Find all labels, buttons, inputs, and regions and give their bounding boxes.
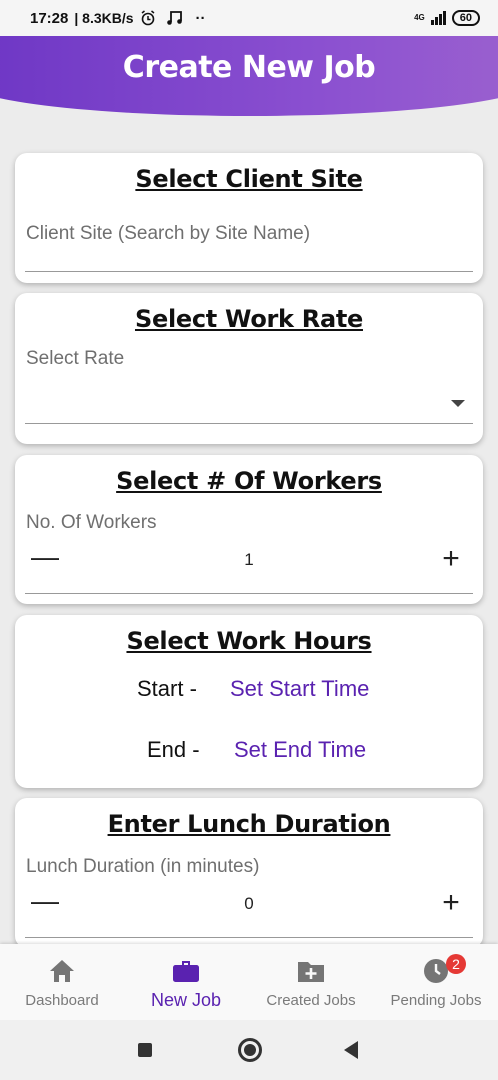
nav-pending-jobs[interactable]: 2 Pending Jobs bbox=[374, 944, 498, 1020]
nav-pending-jobs-label: Pending Jobs bbox=[390, 992, 482, 1009]
work-rate-card: Select Work Rate Select Rate bbox=[15, 293, 483, 444]
alarm-icon bbox=[141, 10, 155, 26]
status-speed: | 8.3KB/s bbox=[74, 10, 134, 26]
nav-new-job[interactable]: New Job bbox=[124, 944, 248, 1020]
end-label: End - bbox=[147, 737, 200, 762]
pending-jobs-badge: 2 bbox=[446, 954, 466, 974]
lunch-label: Lunch Duration (in minutes) bbox=[26, 856, 260, 877]
lunch-title: Enter Lunch Duration bbox=[107, 810, 391, 838]
nav-dashboard-label: Dashboard bbox=[25, 992, 99, 1009]
client-site-title: Select Client Site bbox=[135, 165, 363, 193]
status-bar: 17:28 | 8.3KB/s ·· 4G 60 bbox=[0, 0, 498, 36]
recents-button-icon[interactable] bbox=[138, 1043, 152, 1057]
signal-icon bbox=[430, 11, 446, 25]
set-end-time-button[interactable]: Set End Time bbox=[234, 737, 366, 763]
client-site-underline bbox=[25, 271, 473, 272]
dropdown-arrow-icon[interactable] bbox=[451, 400, 465, 407]
client-site-input[interactable]: Client Site (Search by Site Name) bbox=[26, 223, 310, 245]
app-header: Create New Job bbox=[0, 36, 498, 116]
work-hours-title: Select Work Hours bbox=[126, 627, 372, 655]
status-dots: ·· bbox=[195, 9, 206, 27]
workers-title: Select # Of Workers bbox=[116, 467, 382, 495]
client-site-card: Select Client Site Client Site (Search b… bbox=[15, 153, 483, 283]
nav-created-jobs[interactable]: Created Jobs bbox=[249, 944, 373, 1020]
workers-value[interactable]: 1 bbox=[15, 550, 483, 570]
work-rate-title: Select Work Rate bbox=[134, 305, 363, 333]
folder-plus-icon bbox=[298, 962, 324, 982]
lunch-underline bbox=[25, 937, 473, 938]
music-note-icon bbox=[166, 11, 182, 25]
back-button-icon[interactable] bbox=[344, 1041, 358, 1059]
workers-underline bbox=[25, 593, 473, 594]
bottom-nav: Dashboard New Job Created Jobs 2 Pending… bbox=[0, 944, 498, 1020]
lunch-value[interactable]: 0 bbox=[15, 894, 483, 914]
lunch-increment-button[interactable]: + bbox=[437, 888, 465, 918]
status-left: 17:28 | 8.3KB/s ·· bbox=[30, 10, 206, 27]
status-time: 17:28 bbox=[30, 9, 69, 27]
workers-card: Select # Of Workers No. Of Workers — 1 + bbox=[15, 455, 483, 604]
battery-indicator: 60 bbox=[451, 10, 480, 26]
nav-created-jobs-label: Created Jobs bbox=[266, 992, 356, 1009]
nav-dashboard[interactable]: Dashboard bbox=[0, 944, 124, 1020]
network-type: 4G bbox=[414, 13, 425, 22]
select-rate-label: Select Rate bbox=[26, 348, 125, 369]
workers-label: No. Of Workers bbox=[26, 512, 157, 533]
briefcase-icon bbox=[173, 961, 199, 982]
home-button-icon[interactable] bbox=[238, 1038, 262, 1062]
page-title: Create New Job bbox=[122, 50, 376, 85]
system-nav-bar bbox=[0, 1020, 498, 1080]
set-start-time-button[interactable]: Set Start Time bbox=[230, 676, 369, 702]
start-label: Start - bbox=[137, 676, 197, 701]
lunch-card: Enter Lunch Duration Lunch Duration (in … bbox=[15, 798, 483, 948]
workers-increment-button[interactable]: + bbox=[437, 544, 465, 574]
status-right: 4G 60 bbox=[414, 10, 480, 26]
home-icon bbox=[50, 960, 74, 982]
work-hours-card: Select Work Hours Start - Set Start Time… bbox=[15, 615, 483, 788]
nav-new-job-label: New Job bbox=[150, 990, 222, 1010]
work-rate-dropdown[interactable] bbox=[25, 423, 473, 424]
